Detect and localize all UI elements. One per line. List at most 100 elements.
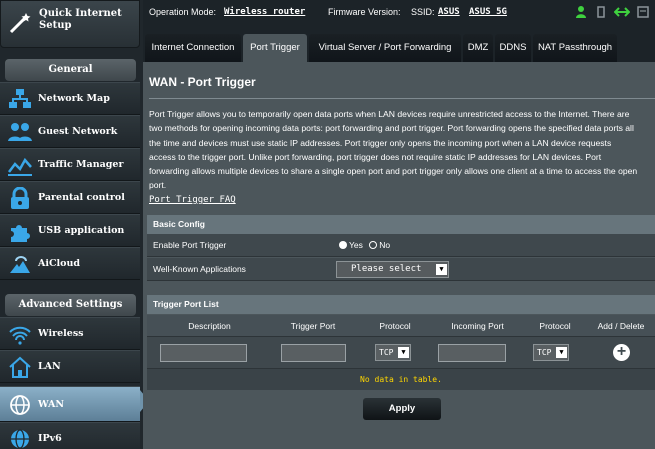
tab-ddns[interactable]: DDNS xyxy=(495,34,531,62)
enable-port-trigger-radio-group: Yes No xyxy=(339,240,390,250)
sidebar-item-wan[interactable]: WAN xyxy=(0,386,140,422)
select-value: TCP xyxy=(379,348,394,357)
chevron-down-icon: ▼ xyxy=(436,264,447,275)
radio-yes-label: Yes xyxy=(349,240,363,250)
magic-wand-icon xyxy=(9,13,31,34)
port-trigger-faq-link[interactable]: Port Trigger FAQ xyxy=(149,195,236,205)
well-known-applications-row: Well-Known Applications Please select ▼ xyxy=(147,258,655,281)
apply-button[interactable]: Apply xyxy=(363,398,441,420)
quick-internet-setup-button[interactable]: Quick Internet Setup xyxy=(0,0,140,48)
tab-bar: Internet Connection Port Trigger Virtual… xyxy=(145,34,655,62)
radio-yes-dot xyxy=(339,241,347,249)
radio-no-label: No xyxy=(379,240,391,250)
sidebar-item-label: Network Map xyxy=(38,93,110,104)
description-text: Port Trigger allows you to temporarily o… xyxy=(149,107,655,193)
add-rule-button[interactable]: + xyxy=(613,344,630,361)
general-section-header: General xyxy=(5,59,136,81)
client-status-icon[interactable] xyxy=(575,5,589,19)
operation-mode-link[interactable]: Wireless router xyxy=(224,7,305,17)
trigger-port-input[interactable] xyxy=(281,344,346,362)
status-bar: Operation Mode: Wireless router Firmware… xyxy=(145,0,655,30)
advanced-settings-header: Advanced Settings xyxy=(5,294,136,316)
radio-no-dot xyxy=(369,241,378,249)
radio-no[interactable]: No xyxy=(369,240,390,250)
basic-config-header: Basic Config xyxy=(147,215,655,234)
sidebar-item-guest-network[interactable]: Guest Network xyxy=(0,115,140,148)
column-header-protocol: Protocol xyxy=(379,321,411,331)
tab-internet-connection[interactable]: Internet Connection xyxy=(145,34,241,62)
sidebar-item-label: LAN xyxy=(38,361,61,372)
traffic-manager-icon xyxy=(8,157,32,176)
title-divider xyxy=(149,98,655,99)
puzzle-icon xyxy=(11,225,30,242)
operation-mode-label: Operation Mode: xyxy=(149,7,217,17)
plus-icon: + xyxy=(616,343,627,360)
trigger-protocol-select[interactable]: TCP ▼ xyxy=(375,344,411,361)
lock-icon xyxy=(11,187,29,209)
trigger-list-input-row: TCP ▼ TCP ▼ + xyxy=(147,337,655,368)
description-line: the time and devices must use static IP … xyxy=(149,137,612,148)
chevron-down-icon: ▼ xyxy=(556,347,567,358)
description-line: access to the trigger port. Unlike port … xyxy=(149,151,602,162)
sidebar-item-label: WAN xyxy=(38,399,65,410)
router-admin-page: Quick Internet Setup General Network Map… xyxy=(0,0,655,449)
select-value: Please select xyxy=(351,264,422,274)
guest-network-icon xyxy=(8,123,32,141)
well-known-applications-select[interactable]: Please select ▼ xyxy=(336,261,449,278)
home-icon xyxy=(9,356,31,378)
select-value: TCP xyxy=(537,348,552,357)
sidebar-item-aicloud[interactable]: AiCloud xyxy=(0,247,140,280)
column-header-incoming-port: Incoming Port xyxy=(451,321,504,331)
empty-table-message: No data in table. xyxy=(147,368,655,390)
usb-status-icon[interactable] xyxy=(595,5,609,19)
enable-port-trigger-row: Enable Port Trigger Yes No xyxy=(147,234,655,257)
well-known-applications-label: Well-Known Applications xyxy=(153,264,246,274)
tab-dmz[interactable]: DMZ xyxy=(463,34,493,62)
radio-yes[interactable]: Yes xyxy=(339,240,363,250)
sidebar-item-usb-application[interactable]: USB application xyxy=(0,214,140,247)
sidebar-item-lan[interactable]: LAN xyxy=(0,350,140,383)
sidebar-item-label: AiCloud xyxy=(38,258,81,269)
incoming-protocol-select[interactable]: TCP ▼ xyxy=(533,344,569,361)
content-panel: WAN - Port Trigger Port Trigger allows y… xyxy=(143,62,655,449)
sidebar-item-label: Traffic Manager xyxy=(38,159,124,170)
sidebar-item-network-map[interactable]: Network Map xyxy=(0,82,140,115)
sidebar-item-label: USB application xyxy=(38,225,125,236)
tab-virtual-server[interactable]: Virtual Server / Port Forwarding xyxy=(309,34,461,62)
description-line: two methods for opening incoming data po… xyxy=(149,123,634,134)
ssid-link-5g[interactable]: ASUS_5G xyxy=(469,7,507,17)
sidebar: Quick Internet Setup General Network Map… xyxy=(0,0,143,449)
sidebar-item-label: IPv6 xyxy=(38,433,62,444)
firmware-version-label: Firmware Version: xyxy=(328,7,401,17)
enable-port-trigger-label: Enable Port Trigger xyxy=(153,240,227,250)
description-input[interactable] xyxy=(160,344,247,362)
trigger-port-list-header: Trigger Port List xyxy=(147,295,655,314)
column-header-description: Description xyxy=(188,321,231,331)
column-header-protocol-2: Protocol xyxy=(539,321,571,331)
sidebar-item-traffic-manager[interactable]: Traffic Manager xyxy=(0,148,140,181)
description-line: forwarding allows multiple devices to sh… xyxy=(149,166,638,177)
internet-status-icon[interactable] xyxy=(614,5,630,19)
printer-status-icon[interactable] xyxy=(637,5,649,19)
sidebar-item-label: Guest Network xyxy=(38,126,118,137)
sidebar-item-parental-control[interactable]: Parental control xyxy=(0,181,140,214)
wireless-icon xyxy=(9,326,31,345)
column-header-trigger-port: Trigger Port xyxy=(290,321,336,331)
tab-nat-passthrough[interactable]: NAT Passthrough xyxy=(533,34,617,62)
network-map-icon xyxy=(9,89,31,108)
page-title: WAN - Port Trigger xyxy=(149,75,256,89)
trigger-list-column-headers: Description Trigger Port Protocol Incomi… xyxy=(147,315,655,337)
sidebar-item-wireless[interactable]: Wireless xyxy=(0,317,140,350)
ssid-label: SSID: xyxy=(411,7,435,17)
sidebar-item-ipv6[interactable]: IPv6 xyxy=(0,422,140,449)
sidebar-item-label: Parental control xyxy=(38,192,125,203)
tab-port-trigger[interactable]: Port Trigger xyxy=(243,34,307,62)
description-line: port. xyxy=(149,180,167,191)
sidebar-item-label: Wireless xyxy=(38,328,84,339)
chevron-down-icon: ▼ xyxy=(398,347,409,358)
aicloud-icon xyxy=(10,256,30,273)
globe-icon xyxy=(10,395,30,415)
ssid-link-24g[interactable]: ASUS xyxy=(438,7,460,17)
column-header-add-delete: Add / Delete xyxy=(597,321,645,331)
incoming-port-input[interactable] xyxy=(438,344,506,362)
